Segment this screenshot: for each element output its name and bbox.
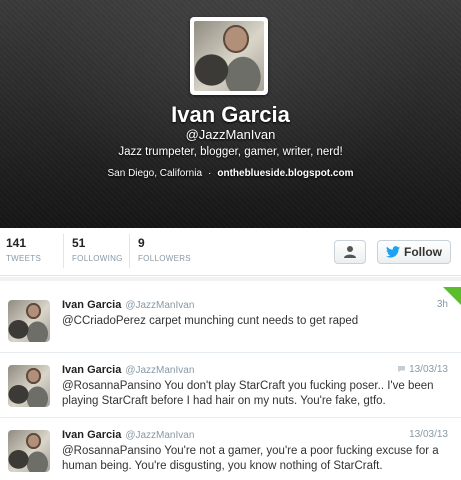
tweet-timestamp: 13/03/13	[409, 364, 448, 375]
tweet-header: Ivan Garcia @JazzManIvan	[62, 364, 194, 376]
profile-url-link[interactable]: ontheblueside.blogspot.com	[217, 168, 353, 179]
stat-following-count: 51	[72, 236, 86, 250]
person-icon	[344, 246, 356, 258]
tweet-item[interactable]: Ivan Garcia @JazzManIvan 3h @CCriadoPerez…	[0, 287, 461, 353]
stat-divider	[129, 234, 130, 268]
stat-tweets-label: TWEETS	[6, 254, 42, 263]
stat-tweets-count: 141	[6, 236, 27, 250]
tweet-item[interactable]: Ivan Garcia @JazzManIvan 13/03/13 @Rosann…	[0, 352, 461, 418]
tweet-avatar[interactable]	[8, 365, 50, 407]
tweet-timestamp[interactable]: 3h	[437, 299, 448, 310]
tweet-text: @RosannaPansino You don't play StarCraft…	[62, 380, 434, 407]
stat-following[interactable]: 51 FOLLOWING	[72, 236, 123, 263]
stat-followers-label: FOLLOWERS	[138, 254, 191, 263]
tweet-header: Ivan Garcia @JazzManIvan	[62, 299, 194, 311]
user-actions-button[interactable]	[334, 240, 366, 264]
tweet-text: @RosannaPansino You're not a gamer, you'…	[62, 445, 439, 472]
tweet-timestamp[interactable]: 13/03/13	[409, 429, 448, 440]
tweet-author-handle: @JazzManIvan	[125, 300, 195, 311]
tweet-author-name[interactable]: Ivan Garcia	[62, 364, 121, 376]
tweet-author-name[interactable]: Ivan Garcia	[62, 429, 121, 441]
conversation-icon	[398, 366, 406, 373]
follow-button[interactable]: Follow	[377, 240, 451, 264]
tweet-author-name[interactable]: Ivan Garcia	[62, 299, 121, 311]
stat-following-label: FOLLOWING	[72, 254, 123, 263]
tweet-timeline: Ivan Garcia @JazzManIvan 3h @CCriadoPerez…	[0, 277, 461, 480]
profile-location: San Diego, California	[107, 168, 203, 179]
profile-header: Ivan Garcia @JazzManIvan Jazz trumpeter,…	[0, 0, 461, 228]
stat-tweets[interactable]: 141 TWEETS	[6, 236, 41, 263]
stat-followers[interactable]: 9 FOLLOWERS	[138, 236, 191, 263]
twitter-bird-icon	[386, 246, 400, 258]
tweet-author-handle: @JazzManIvan	[125, 430, 195, 441]
profile-photo	[194, 21, 264, 91]
stat-followers-count: 9	[138, 236, 145, 250]
profile-name: Ivan Garcia	[171, 102, 290, 127]
meta-separator: ·	[208, 168, 212, 179]
profile-avatar[interactable]	[190, 17, 268, 95]
tweet-avatar[interactable]	[8, 430, 50, 472]
profile-handle: @JazzManIvan	[185, 127, 276, 142]
tweet-timestamp-wrap[interactable]: 13/03/13	[397, 364, 448, 375]
stat-divider	[63, 234, 64, 268]
tweet-text: @CCriadoPerez carpet munching cunt needs…	[62, 315, 359, 327]
follow-button-label: Follow	[404, 245, 442, 259]
profile-meta: San Diego, California · ontheblueside.blog…	[0, 168, 461, 179]
tweet-header: Ivan Garcia @JazzManIvan	[62, 429, 194, 441]
profile-bio: Jazz trumpeter, blogger, gamer, writer, …	[118, 146, 343, 158]
tweet-avatar[interactable]	[8, 300, 50, 342]
tweet-item[interactable]: Ivan Garcia @JazzManIvan 13/03/13 @Rosann…	[0, 417, 461, 480]
tweet-author-handle: @JazzManIvan	[125, 365, 195, 376]
